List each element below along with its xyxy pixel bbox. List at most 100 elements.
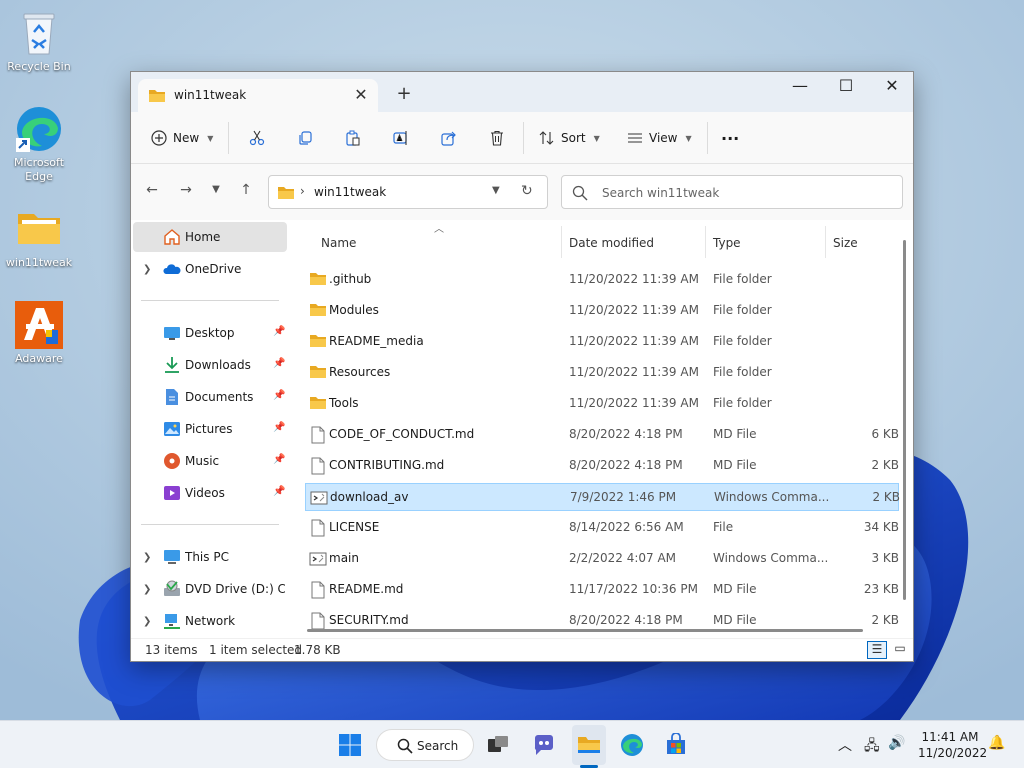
forward-button[interactable]: → (175, 182, 197, 202)
taskbar-store[interactable] (660, 729, 692, 761)
sidebar-item-home[interactable]: Home (133, 222, 287, 252)
start-button[interactable] (334, 729, 366, 761)
status-bar: 13 items 1 item selected 1.78 KB ☰ ▭ (131, 638, 913, 661)
sidebar-item-pictures[interactable]: Pictures 📌 (133, 414, 287, 444)
file-date-modified: 11/20/2022 11:39 AM (569, 396, 699, 410)
desktop-icon-adaware[interactable]: Adaware (4, 300, 74, 366)
home-icon (163, 228, 181, 246)
chevron-right-icon[interactable]: ❯ (143, 552, 151, 563)
file-type: File folder (713, 303, 772, 317)
chevron-right-icon[interactable]: ❯ (143, 264, 151, 275)
sidebar-item-downloads[interactable]: Downloads 📌 (133, 350, 287, 380)
rename-button[interactable] (387, 124, 415, 152)
folder-icon (309, 333, 327, 351)
sidebar-item-network[interactable]: ❯ Network (133, 606, 287, 636)
file-type: File folder (713, 272, 772, 286)
file-row[interactable]: LICENSE 8/14/2022 6:56 AM File 34 KB (305, 514, 899, 542)
breadcrumb-path[interactable]: win11tweak (314, 185, 386, 199)
file-explorer-window: win11tweak ✕ + — ☐ ✕ New ▼ Sort ▼ View ▼… (130, 71, 914, 662)
scissors-icon (249, 130, 265, 146)
vertical-scrollbar[interactable] (903, 240, 906, 600)
column-header-type[interactable]: Type (713, 228, 741, 258)
file-row[interactable]: README.md 11/17/2022 10:36 PM MD File 23 KB (305, 576, 899, 604)
toolbar-divider (707, 122, 708, 154)
taskbar-search-button[interactable]: Search (376, 729, 474, 761)
pin-icon[interactable]: 📌 (273, 326, 285, 337)
horizontal-scrollbar[interactable] (307, 629, 863, 632)
pin-icon[interactable]: 📌 (273, 454, 285, 465)
chat-button[interactable] (528, 729, 560, 761)
network-status-icon[interactable]: 🖧 (864, 735, 880, 759)
up-button[interactable]: ↑ (235, 182, 257, 202)
tab-close-icon[interactable]: ✕ (350, 85, 372, 105)
file-row[interactable]: download_av 7/9/2022 1:46 PM Windows Comma… (305, 483, 900, 511)
pin-icon[interactable]: 📌 (273, 486, 285, 497)
chevron-right-icon[interactable]: ❯ (143, 616, 151, 627)
file-row[interactable]: README_media 11/20/2022 11:39 AM File fold… (305, 328, 899, 356)
recycle-bin-icon (23, 13, 55, 55)
address-bar[interactable]: › win11tweak ▼ ↻ (268, 175, 548, 209)
sidebar-item-dvd-drive[interactable]: ❯ DVD Drive (D:) CCSA (133, 574, 287, 604)
more-options-button[interactable]: ··· (721, 124, 739, 152)
column-divider[interactable] (561, 226, 562, 258)
details-view-icon[interactable]: ☰ (867, 641, 887, 659)
desktop-icon-recycle-bin[interactable]: Recycle Bin (4, 8, 74, 74)
recent-locations-button[interactable]: ▼ (205, 184, 227, 204)
sidebar-item-documents[interactable]: Documents 📌 (133, 382, 287, 412)
file-row[interactable]: Resources 11/20/2022 11:39 AM File folder (305, 359, 899, 387)
view-label: View (649, 131, 678, 145)
file-row[interactable]: CODE_OF_CONDUCT.md 8/20/2022 4:18 PM MD Fi… (305, 421, 899, 449)
new-button[interactable]: New ▼ (151, 124, 213, 152)
sort-ascending-icon: ︿ (434, 224, 444, 235)
explorer-tab[interactable]: win11tweak ✕ (138, 79, 378, 112)
notifications-icon[interactable]: 🔔 (988, 735, 1005, 751)
file-row[interactable]: Tools 11/20/2022 11:39 AM File folder (305, 390, 899, 418)
paste-button[interactable] (339, 124, 367, 152)
sidebar-item-music[interactable]: Music 📌 (133, 446, 287, 476)
desktop-icon-label: Microsoft Edge (13, 156, 65, 183)
desktop-icon-win11tweak[interactable]: win11tweak (4, 204, 74, 270)
pin-icon[interactable]: 📌 (273, 422, 285, 433)
new-tab-button[interactable]: + (393, 84, 415, 106)
search-input[interactable]: Search win11tweak (561, 175, 903, 209)
column-divider[interactable] (705, 226, 706, 258)
file-row[interactable]: CONTRIBUTING.md 8/20/2022 4:18 PM MD File 2… (305, 452, 899, 480)
column-divider[interactable] (825, 226, 826, 258)
sidebar-item-this-pc[interactable]: ❯ This PC (133, 542, 287, 572)
desktop-icon-edge[interactable]: Microsoft Edge (4, 104, 74, 184)
folder-icon (309, 271, 327, 289)
file-row[interactable]: Modules 11/20/2022 11:39 AM File folder (305, 297, 899, 325)
pin-icon[interactable]: 📌 (273, 358, 285, 369)
taskbar-file-explorer[interactable] (572, 725, 606, 765)
share-button[interactable] (435, 124, 463, 152)
delete-button[interactable] (483, 124, 511, 152)
taskbar-edge[interactable] (616, 729, 648, 761)
sidebar-item-videos[interactable]: Videos 📌 (133, 478, 287, 508)
cut-button[interactable] (243, 124, 271, 152)
column-header-name[interactable]: Name (321, 228, 356, 258)
task-view-button[interactable] (482, 729, 514, 761)
folder-icon (148, 88, 166, 107)
view-button[interactable]: View ▼ (627, 124, 692, 152)
back-button[interactable]: ← (141, 182, 163, 202)
show-hidden-icons-chevron-icon[interactable]: ︿ (838, 735, 852, 755)
desktop-icon-label: Adaware (15, 352, 63, 365)
column-header-size[interactable]: Size (833, 228, 858, 258)
pin-icon[interactable]: 📌 (273, 390, 285, 401)
column-header-date[interactable]: Date modified (569, 228, 654, 258)
close-button[interactable]: ✕ (869, 72, 915, 102)
sidebar-item-desktop[interactable]: Desktop 📌 (133, 318, 287, 348)
refresh-icon[interactable]: ↻ (521, 183, 533, 199)
sort-button[interactable]: Sort ▼ (539, 124, 600, 152)
copy-button[interactable] (291, 124, 319, 152)
sidebar-item-onedrive[interactable]: ❯ OneDrive (133, 254, 287, 284)
file-row[interactable]: .github 11/20/2022 11:39 AM File folder (305, 266, 899, 294)
volume-icon[interactable]: 🔊 (888, 735, 905, 751)
minimize-button[interactable]: — (777, 72, 823, 102)
tiles-view-icon[interactable]: ▭ (891, 641, 909, 659)
file-row[interactable]: main 2/2/2022 4:07 AM Windows Comma... 3 KB (305, 545, 899, 573)
taskbar-clock[interactable]: 11:41 AM 11/20/2022 (918, 729, 987, 761)
chevron-down-icon[interactable]: ▼ (492, 185, 500, 196)
maximize-button[interactable]: ☐ (823, 72, 869, 102)
chevron-right-icon[interactable]: ❯ (143, 584, 151, 595)
